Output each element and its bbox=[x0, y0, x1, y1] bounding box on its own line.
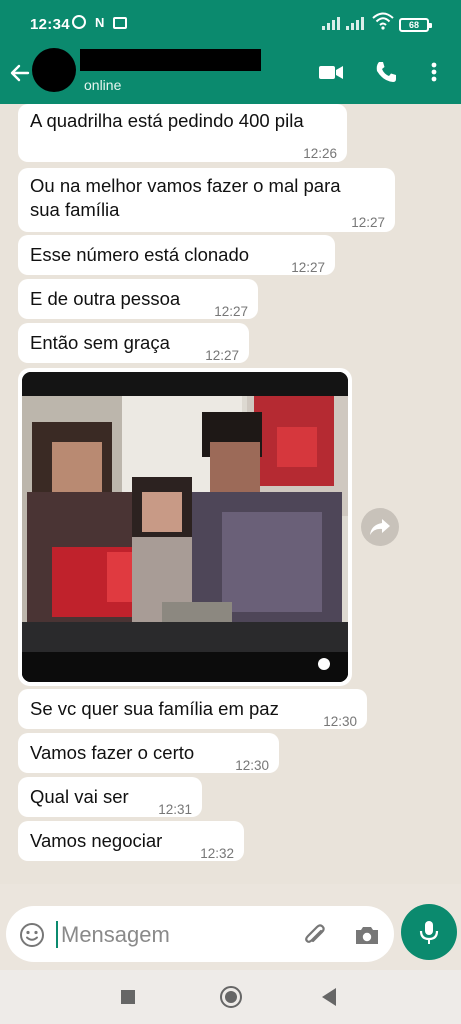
message-text: Se vc quer sua família em paz bbox=[30, 698, 279, 719]
emoji-icon[interactable] bbox=[19, 922, 45, 948]
status-time: 12:34 bbox=[30, 16, 70, 33]
message-bubble[interactable]: Vamos negociar 12:32 bbox=[18, 821, 244, 861]
message-text: Vamos fazer o certo bbox=[30, 742, 195, 763]
message-bubble[interactable]: E de outra pessoa 12:27 bbox=[18, 279, 258, 319]
message-bubble[interactable]: Vamos fazer o certo 12:30 bbox=[18, 733, 279, 773]
mic-button[interactable] bbox=[401, 904, 457, 960]
contact-status: online bbox=[84, 77, 122, 93]
message-bubble[interactable]: Qual vai ser 12:31 bbox=[18, 777, 202, 817]
message-text: Então sem graça bbox=[30, 332, 170, 353]
message-time: 12:30 bbox=[323, 714, 357, 729]
battery-icon: 68 bbox=[399, 18, 432, 32]
contact-name-redacted[interactable] bbox=[80, 49, 261, 71]
message-bubble[interactable]: Ou na melhor vamos fazer o mal para sua … bbox=[18, 168, 395, 232]
back-icon[interactable] bbox=[322, 988, 336, 1006]
message-time: 12:27 bbox=[205, 348, 239, 363]
forward-icon bbox=[370, 519, 390, 535]
system-nav-bar bbox=[0, 970, 461, 1024]
message-placeholder: Mensagem bbox=[61, 922, 170, 947]
message-text: A quadrilha está pedindo 400 pila bbox=[30, 110, 304, 131]
status-bar: 12:34 N 68 bbox=[0, 0, 461, 46]
attach-icon[interactable] bbox=[302, 922, 328, 948]
message-text: E de outra pessoa bbox=[30, 288, 181, 309]
message-text: Esse número está clonado bbox=[30, 244, 250, 265]
forward-button[interactable] bbox=[361, 508, 399, 546]
message-bubble[interactable]: Então sem graça 12:27 bbox=[18, 323, 249, 363]
message-text: sua família bbox=[30, 199, 120, 220]
message-input[interactable]: Mensagem bbox=[6, 906, 394, 962]
message-time: 12:27 bbox=[291, 260, 325, 275]
home-icon[interactable] bbox=[220, 986, 242, 1008]
text-cursor bbox=[56, 921, 58, 948]
signal-icon bbox=[346, 16, 364, 30]
message-time: 12:27 bbox=[214, 304, 248, 319]
message-bubble[interactable]: A quadrilha está pedindo 400 pila 12:26 bbox=[18, 104, 347, 162]
contact-avatar[interactable] bbox=[32, 48, 76, 92]
nfc-icon: N bbox=[95, 15, 105, 30]
chat-header: online bbox=[0, 46, 461, 104]
phone-icon[interactable] bbox=[374, 60, 398, 84]
message-bubble[interactable]: Esse número está clonado 12:27 bbox=[18, 235, 335, 275]
pixelated-photo-image bbox=[22, 372, 348, 682]
message-time: 12:27 bbox=[351, 215, 385, 230]
composer: Mensagem bbox=[0, 884, 461, 970]
wifi-icon bbox=[372, 12, 394, 30]
message-text: Vamos negociar bbox=[30, 830, 163, 851]
message-time: 12:26 bbox=[303, 146, 337, 161]
message-icon bbox=[113, 17, 127, 29]
alarm-icon bbox=[72, 15, 86, 29]
signal-icon bbox=[322, 16, 340, 30]
more-vert-icon[interactable] bbox=[429, 60, 439, 84]
camera-icon[interactable] bbox=[353, 922, 381, 948]
image-message-bubble[interactable] bbox=[18, 368, 352, 686]
mic-icon bbox=[419, 921, 439, 944]
recents-icon[interactable] bbox=[121, 990, 135, 1004]
pixelated-photo[interactable] bbox=[22, 372, 348, 682]
back-arrow-icon[interactable] bbox=[8, 61, 32, 85]
chat-messages[interactable]: A quadrilha está pedindo 400 pila 12:26 … bbox=[0, 104, 461, 884]
message-time: 12:30 bbox=[235, 758, 269, 773]
message-time: 12:31 bbox=[158, 802, 192, 817]
video-call-icon[interactable] bbox=[318, 60, 344, 84]
message-text: Ou na melhor vamos fazer o mal para bbox=[30, 175, 341, 196]
message-text: Qual vai ser bbox=[30, 786, 129, 807]
message-bubble[interactable]: Se vc quer sua família em paz 12:30 bbox=[18, 689, 367, 729]
message-time: 12:32 bbox=[200, 846, 234, 861]
